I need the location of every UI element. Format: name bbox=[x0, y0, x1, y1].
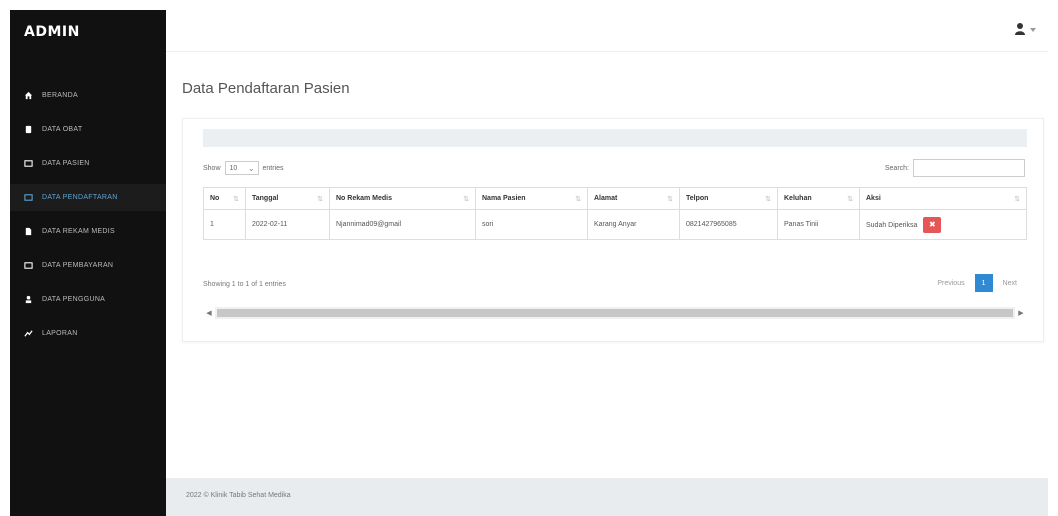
table-header-row: No ⇅ Tanggal ⇅ No Rekam Medis ⇅ Nama Pasien… bbox=[203, 187, 1027, 210]
cell-keluhan: Panas Tinii bbox=[777, 209, 860, 240]
sidebar-item-label: DATA PASIEN bbox=[42, 160, 90, 167]
sidebar-item-label: LAPORAN bbox=[42, 330, 78, 337]
column-header-keluhan[interactable]: Keluhan ⇅ bbox=[777, 187, 860, 210]
horizontal-scrollbar[interactable]: ◀ ▶ bbox=[203, 307, 1027, 319]
cell-nama-pasien: sori bbox=[475, 209, 588, 240]
entries-select[interactable]: 10 ⌄ bbox=[224, 161, 259, 175]
column-header-aksi[interactable]: Aksi ⇅ bbox=[859, 187, 1027, 210]
column-header-nama-pasien[interactable]: Nama Pasien ⇅ bbox=[475, 187, 588, 210]
sidebar-item-data-pasien[interactable]: DATA PASIEN bbox=[10, 150, 166, 177]
sidebar: ADMIN BERANDA DATA OBAT DATA PASIEN DATA… bbox=[10, 10, 166, 516]
report-icon bbox=[24, 329, 33, 338]
chevron-down-icon: ⌄ bbox=[247, 163, 255, 173]
search-input[interactable] bbox=[913, 159, 1025, 177]
sort-icon: ⇅ bbox=[1014, 196, 1020, 203]
sidebar-item-label: DATA PENDAFTARAN bbox=[42, 194, 118, 201]
sort-icon: ⇅ bbox=[765, 196, 771, 203]
pagination: Previous 1 Next bbox=[931, 274, 1023, 292]
page-footer: 2022 © Klinik Tabib Sehat Medika bbox=[166, 478, 1048, 516]
sidebar-item-beranda[interactable]: BERANDA bbox=[10, 82, 166, 109]
entries-select-value: 10 bbox=[229, 164, 238, 172]
brand-logo[interactable]: ADMIN bbox=[10, 10, 166, 54]
sort-icon: ⇅ bbox=[847, 196, 853, 203]
previous-page-button[interactable]: Previous bbox=[931, 274, 970, 292]
folder-icon bbox=[24, 261, 33, 270]
delete-button[interactable]: ✖ bbox=[923, 216, 942, 233]
close-icon: ✖ bbox=[928, 220, 936, 229]
page-button-current[interactable]: 1 bbox=[974, 274, 993, 292]
cell-no: 1 bbox=[203, 209, 246, 240]
sidebar-item-data-pengguna[interactable]: DATA PENGGUNA bbox=[10, 286, 166, 313]
table-search: Search: bbox=[885, 159, 1025, 177]
sort-icon: ⇅ bbox=[463, 196, 469, 203]
entries-label: entries bbox=[262, 164, 284, 172]
user-icon[interactable] bbox=[1014, 22, 1026, 36]
registration-table: No ⇅ Tanggal ⇅ No Rekam Medis ⇅ Nama Pasien… bbox=[203, 187, 1027, 240]
sidebar-nav: BERANDA DATA OBAT DATA PASIEN DATA PENDA… bbox=[10, 82, 166, 347]
chevron-down-icon[interactable] bbox=[1030, 28, 1036, 32]
sort-icon: ⇅ bbox=[317, 196, 323, 203]
sidebar-item-label: DATA OBAT bbox=[42, 126, 83, 133]
topbar bbox=[166, 10, 1048, 52]
scrollbar-thumb[interactable] bbox=[217, 309, 1013, 317]
sidebar-item-data-rekam-medis[interactable]: DATA REKAM MEDIS bbox=[10, 218, 166, 245]
sidebar-item-data-pembayaran[interactable]: DATA PEMBAYARAN bbox=[10, 252, 166, 279]
sort-icon: ⇅ bbox=[667, 196, 673, 203]
user-icon bbox=[24, 295, 33, 304]
home-icon bbox=[24, 91, 33, 100]
page-title: Data Pendaftaran Pasien bbox=[182, 80, 350, 97]
column-header-tanggal[interactable]: Tanggal ⇅ bbox=[245, 187, 330, 210]
sidebar-item-laporan[interactable]: LAPORAN bbox=[10, 320, 166, 347]
card-header bbox=[203, 129, 1027, 147]
column-header-no[interactable]: No ⇅ bbox=[203, 187, 246, 210]
cell-telpon: 0821427965085 bbox=[679, 209, 778, 240]
column-header-rekam-medis[interactable]: No Rekam Medis ⇅ bbox=[329, 187, 476, 210]
cell-aksi: Sudah Diperiksa ✖ bbox=[859, 209, 1027, 240]
folder-icon bbox=[24, 159, 33, 168]
sidebar-item-label: BERANDA bbox=[42, 92, 78, 99]
file-icon bbox=[24, 227, 33, 236]
sidebar-item-label: DATA PENGGUNA bbox=[42, 296, 106, 303]
sidebar-item-data-obat[interactable]: DATA OBAT bbox=[10, 116, 166, 143]
cell-tanggal: 2022-02-11 bbox=[245, 209, 330, 240]
pill-icon bbox=[24, 125, 33, 134]
cell-rekam-medis: Njannimad09@gmail bbox=[329, 209, 476, 240]
table-info: Showing 1 to 1 of 1 entries bbox=[203, 281, 286, 288]
sort-icon: ⇅ bbox=[575, 196, 581, 203]
folder-icon bbox=[24, 193, 33, 202]
column-header-alamat[interactable]: Alamat ⇅ bbox=[587, 187, 680, 210]
scroll-left-icon[interactable]: ◀ bbox=[203, 309, 215, 317]
table-row: 1 2022-02-11 Njannimad09@gmail sori Kara… bbox=[203, 209, 1027, 240]
entries-length-control: Show 10 ⌄ entries bbox=[203, 161, 284, 175]
next-page-button[interactable]: Next bbox=[997, 274, 1023, 292]
data-card: Show 10 ⌄ entries Search: No ⇅ Tanggal ⇅ N… bbox=[182, 118, 1044, 342]
sidebar-item-label: DATA REKAM MEDIS bbox=[42, 228, 115, 235]
scrollbar-track[interactable] bbox=[215, 307, 1015, 319]
search-label: Search: bbox=[884, 164, 909, 172]
sidebar-item-label: DATA PEMBAYARAN bbox=[42, 262, 114, 269]
column-header-telpon[interactable]: Telpon ⇅ bbox=[679, 187, 778, 210]
sort-icon: ⇅ bbox=[233, 196, 239, 203]
scroll-right-icon[interactable]: ▶ bbox=[1015, 309, 1027, 317]
footer-copyright: 2022 © Klinik Tabib Sehat Medika bbox=[186, 492, 291, 499]
sidebar-item-data-pendaftaran[interactable]: DATA PENDAFTARAN bbox=[10, 184, 166, 211]
cell-alamat: Karang Anyar bbox=[587, 209, 680, 240]
status-badge: Sudah Diperiksa bbox=[866, 221, 918, 229]
show-label: Show bbox=[203, 164, 221, 172]
